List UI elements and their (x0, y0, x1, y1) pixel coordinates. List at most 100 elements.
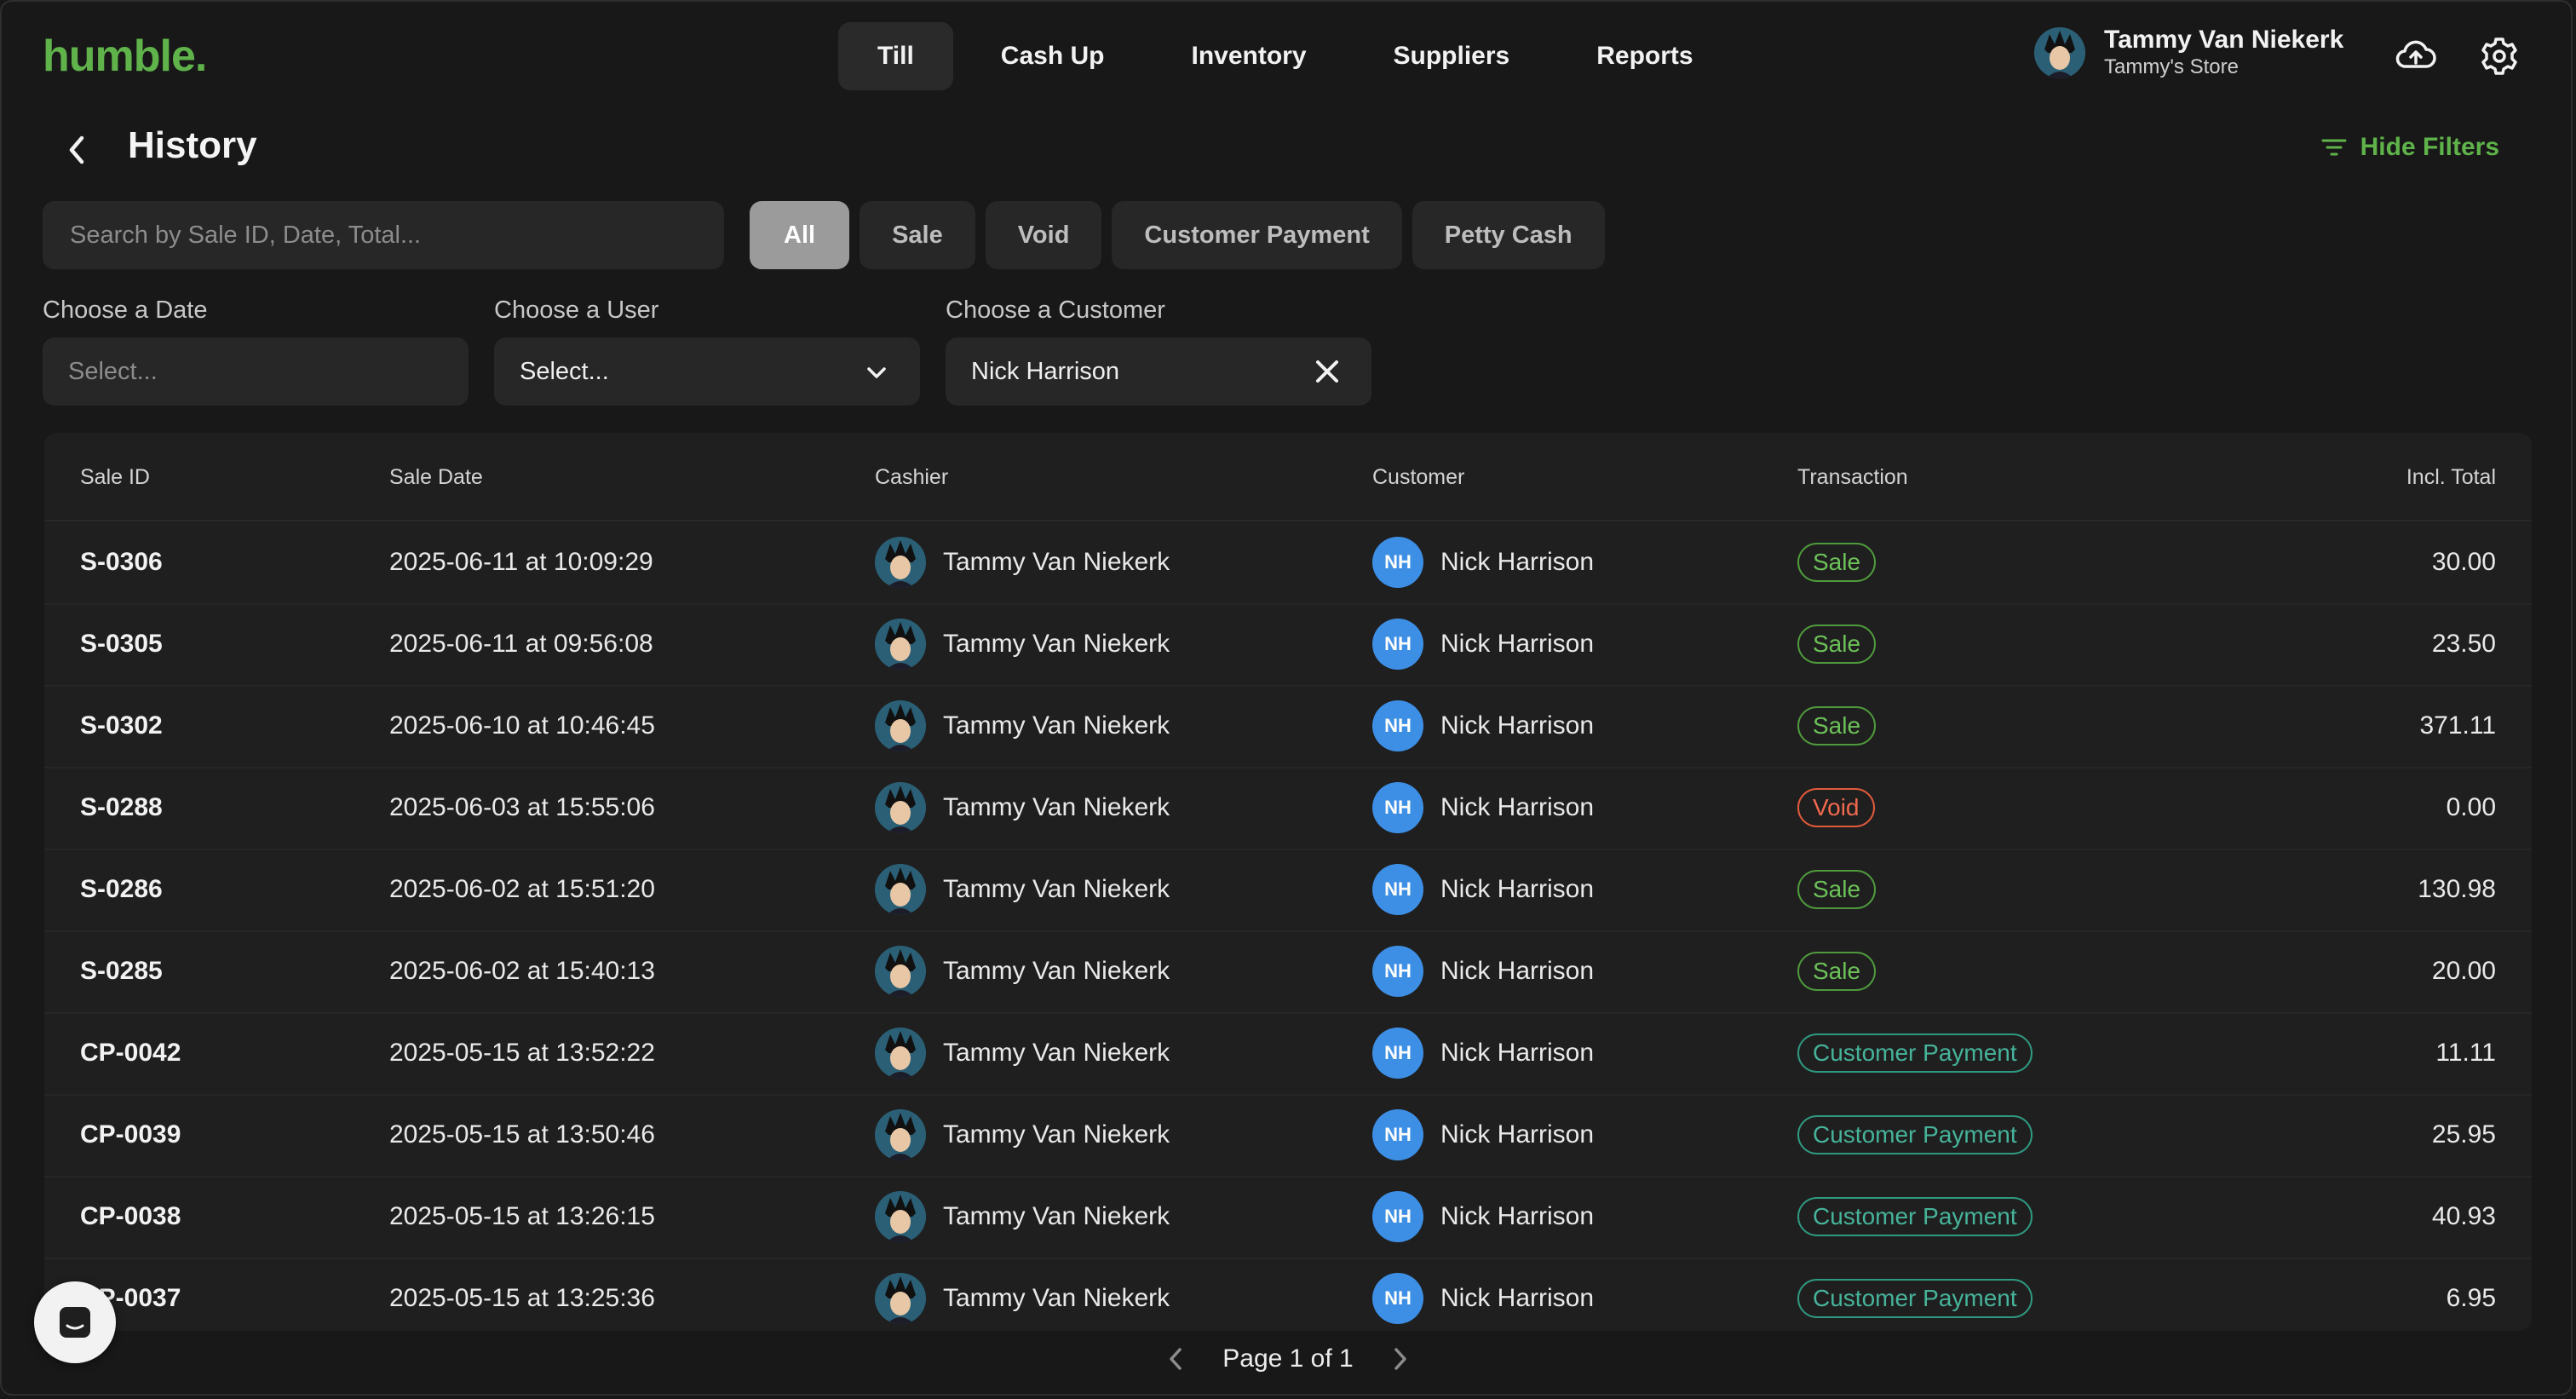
incl-total: 0.00 (2446, 793, 2496, 821)
header-cashier[interactable]: Cashier (875, 465, 948, 490)
cashier-name: Tammy Van Niekerk (943, 1284, 1170, 1312)
cashier-cell: Tammy Van Niekerk (875, 685, 1170, 767)
header-incl-total[interactable]: Incl. Total (2406, 465, 2496, 490)
search-input[interactable] (43, 201, 724, 269)
header-transaction[interactable]: Transaction (1797, 465, 1908, 490)
cloud-upload-icon[interactable] (2394, 34, 2438, 78)
chip-customer-payment[interactable]: Customer Payment (1112, 201, 1402, 269)
chip-all[interactable]: All (750, 201, 850, 269)
transaction-cell: Customer Payment (1797, 1012, 2033, 1094)
transaction-cell: Customer Payment (1797, 1094, 2033, 1176)
cashier-cell: Tammy Van Niekerk (875, 521, 1170, 603)
chat-button[interactable] (34, 1281, 116, 1363)
sale-date: 2025-06-02 at 15:51:20 (389, 875, 655, 903)
sale-id: S-0305 (80, 630, 163, 658)
gear-icon[interactable] (2477, 34, 2521, 78)
table-row[interactable]: CP-0042 2025-05-15 at 13:52:22 Tammy Van N… (44, 1012, 2532, 1096)
incl-total: 30.00 (2431, 548, 2496, 576)
hide-filters-button[interactable]: Hide Filters (2321, 133, 2499, 162)
customer-initials-avatar: NH (1372, 1191, 1423, 1242)
nav-tab-till[interactable]: Till (838, 22, 953, 90)
table-row[interactable]: S-0306 2025-06-11 at 10:09:29 Tammy Van Ni… (44, 521, 2532, 605)
sale-date: 2025-06-11 at 10:09:29 (389, 548, 653, 576)
sale-date: 2025-06-11 at 09:56:08 (389, 630, 653, 658)
avatar (875, 537, 926, 588)
date-filter-label: Choose a Date (43, 296, 208, 324)
page-title: History (128, 124, 257, 166)
transaction-cell: Sale (1797, 521, 1877, 603)
sale-id: S-0306 (80, 548, 163, 576)
customer-cell: NH Nick Harrison (1372, 1258, 1594, 1331)
user-profile[interactable]: Tammy Van Niekerk Tammy's Store (2034, 26, 2343, 80)
user-select[interactable]: Select... (494, 337, 920, 406)
cashier-name: Tammy Van Niekerk (943, 630, 1170, 658)
chevron-down-icon (867, 367, 886, 378)
nav-tab-inventory[interactable]: Inventory (1152, 22, 1345, 90)
date-picker-placeholder: Select... (68, 357, 158, 385)
chat-icon (60, 1307, 90, 1338)
customer-initials-avatar: NH (1372, 782, 1423, 833)
customer-cell: NH Nick Harrison (1372, 1176, 1594, 1258)
transaction-cell: Sale (1797, 685, 1877, 767)
sale-date: 2025-06-03 at 15:55:06 (389, 793, 655, 821)
sale-date: 2025-05-15 at 13:26:15 (389, 1202, 655, 1230)
hide-filters-label: Hide Filters (2360, 133, 2499, 161)
customer-initials-avatar: NH (1372, 1028, 1423, 1079)
avatar (875, 1273, 926, 1324)
chevron-right-icon[interactable] (1388, 1344, 1413, 1373)
customer-cell: NH Nick Harrison (1372, 767, 1594, 849)
sale-date: 2025-05-15 at 13:52:22 (389, 1039, 655, 1067)
table-row[interactable]: S-0302 2025-06-10 at 10:46:45 Tammy Van Ni… (44, 685, 2532, 769)
customer-initials-avatar: NH (1372, 1273, 1423, 1324)
avatar (2034, 27, 2085, 78)
app-logo[interactable]: humble. (43, 31, 207, 82)
transaction-cell: Customer Payment (1797, 1176, 2033, 1258)
table-row[interactable]: CP-0039 2025-05-15 at 13:50:46 Tammy Van N… (44, 1094, 2532, 1177)
close-icon[interactable] (1312, 356, 1343, 387)
chip-petty-cash[interactable]: Petty Cash (1412, 201, 1605, 269)
sale-id: S-0285 (80, 957, 163, 985)
table-row[interactable]: S-0286 2025-06-02 at 15:51:20 Tammy Van Ni… (44, 849, 2532, 932)
header-customer[interactable]: Customer (1372, 465, 1464, 490)
transaction-badge: Customer Payment (1797, 1197, 2033, 1236)
table-row[interactable]: S-0288 2025-06-03 at 15:55:06 Tammy Van Ni… (44, 767, 2532, 850)
nav-tab-cash-up[interactable]: Cash Up (962, 22, 1144, 90)
back-arrow-icon[interactable] (60, 130, 94, 170)
chip-void[interactable]: Void (985, 201, 1102, 269)
store-name: Tammy's Store (2104, 55, 2239, 78)
sale-id: CP-0042 (80, 1039, 181, 1067)
customer-name: Nick Harrison (1440, 1120, 1595, 1149)
incl-total: 6.95 (2446, 1284, 2496, 1312)
nav-tab-suppliers[interactable]: Suppliers (1354, 22, 1550, 90)
header-sale-date[interactable]: Sale Date (389, 465, 483, 490)
incl-total: 23.50 (2431, 630, 2496, 658)
table-row[interactable]: S-0305 2025-06-11 at 09:56:08 Tammy Van Ni… (44, 603, 2532, 687)
nav-tab-reports[interactable]: Reports (1557, 22, 1732, 90)
transaction-badge: Sale (1797, 625, 1877, 664)
customer-select[interactable]: Nick Harrison (946, 337, 1371, 406)
page-indicator: Page 1 of 1 (1222, 1344, 1354, 1373)
user-filter-label: Choose a User (494, 296, 659, 324)
customer-select-value: Nick Harrison (971, 357, 1120, 385)
incl-total: 25.95 (2431, 1120, 2496, 1149)
customer-name: Nick Harrison (1440, 1202, 1595, 1230)
transaction-badge: Sale (1797, 870, 1877, 909)
history-table: Sale ID Sale Date Cashier Customer Trans… (44, 433, 2532, 1331)
transaction-badge: Void (1797, 788, 1875, 827)
avatar (875, 946, 926, 997)
table-header: Sale ID Sale Date Cashier Customer Trans… (44, 433, 2532, 521)
sale-id: S-0288 (80, 793, 163, 821)
chevron-left-icon[interactable] (1163, 1344, 1188, 1373)
cashier-cell: Tammy Van Niekerk (875, 603, 1170, 685)
table-row[interactable]: CP-0038 2025-05-15 at 13:26:15 Tammy Van N… (44, 1176, 2532, 1259)
table-row[interactable]: S-0285 2025-06-02 at 15:40:13 Tammy Van Ni… (44, 930, 2532, 1014)
transaction-cell: Customer Payment (1797, 1258, 2033, 1331)
chip-sale[interactable]: Sale (860, 201, 975, 269)
customer-filter-label: Choose a Customer (946, 296, 1165, 324)
customer-name: Nick Harrison (1440, 711, 1595, 740)
date-picker[interactable]: Select... (43, 337, 469, 406)
main-nav: Till Cash Up Inventory Suppliers Reports (838, 22, 1733, 90)
header-sale-id[interactable]: Sale ID (80, 465, 150, 490)
transaction-badge: Customer Payment (1797, 1033, 2033, 1073)
table-row[interactable]: CP-0037 2025-05-15 at 13:25:36 Tammy Van N… (44, 1258, 2532, 1331)
